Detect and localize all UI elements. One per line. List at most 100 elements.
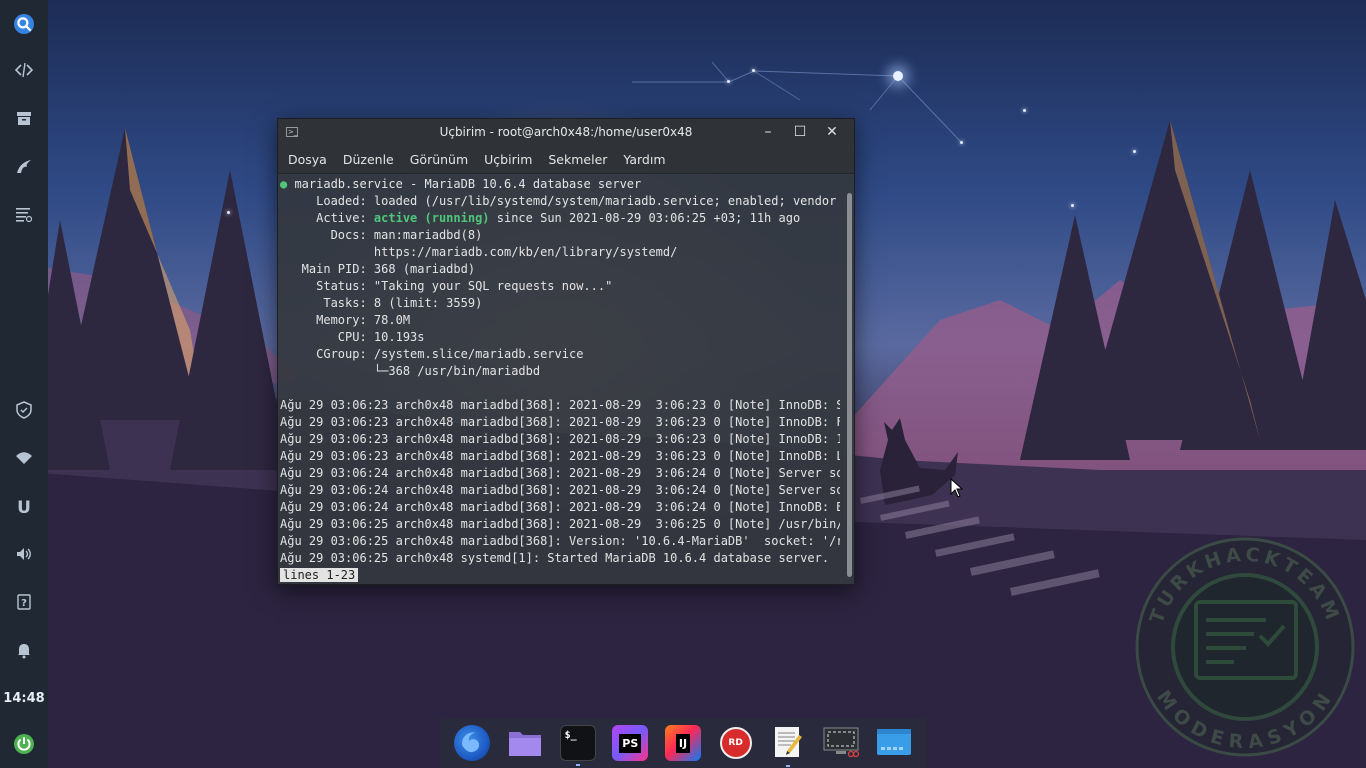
- search-button[interactable]: [0, 0, 48, 48]
- left-panel: U ? 14:48: [0, 0, 48, 768]
- notifications-tray[interactable]: [0, 628, 48, 676]
- log-line: Ağu 29 03:06:24 arch0x48 mariadbd[368]: …: [280, 500, 840, 514]
- pager-status: lines 1-23: [280, 568, 359, 582]
- minimize-button[interactable]: –: [752, 119, 784, 145]
- dock-firefox[interactable]: [454, 725, 491, 761]
- mouse-cursor: [950, 478, 964, 498]
- kali-launcher[interactable]: [0, 144, 48, 192]
- status-line: Tasks: 8 (limit: 3559): [280, 296, 483, 310]
- star: [1133, 150, 1136, 153]
- volume-tray[interactable]: [0, 532, 48, 580]
- active-label: Active:: [280, 211, 374, 225]
- star: [1071, 204, 1074, 207]
- close-button[interactable]: ✕: [816, 119, 848, 145]
- menubar: Dosya Düzenle Görünüm Uçbirim Sekmeler Y…: [278, 145, 854, 174]
- window-titlebar[interactable]: >_ Uçbirim - root@arch0x48:/home/user0x4…: [278, 119, 854, 145]
- code-icon: [14, 61, 34, 83]
- u-tray[interactable]: U: [0, 484, 48, 532]
- dock-file-manager[interactable]: [876, 725, 912, 761]
- dock-screenshot[interactable]: [823, 725, 860, 761]
- volume-icon: [15, 545, 33, 567]
- editor-icon: [773, 725, 803, 762]
- star: [960, 141, 963, 144]
- list-icon: [15, 205, 33, 227]
- clock[interactable]: 14:48: [3, 676, 44, 720]
- loaded-line: Loaded: loaded (/usr/lib/systemd/system/…: [280, 194, 840, 208]
- code-launcher[interactable]: [0, 48, 48, 96]
- intellij-icon: IJ: [675, 733, 691, 753]
- menu-dosya[interactable]: Dosya: [282, 152, 333, 167]
- menu-gorunum[interactable]: Görünüm: [404, 152, 474, 167]
- status-line: CGroup: /system.slice/mariadb.service: [280, 347, 584, 361]
- archive-launcher[interactable]: [0, 96, 48, 144]
- terminal-icon: $_: [564, 730, 577, 741]
- log-line: Ağu 29 03:06:25 arch0x48 systemd[1]: Sta…: [280, 551, 830, 565]
- terminal-scrollbar[interactable]: [847, 193, 852, 577]
- svg-text:?: ?: [21, 598, 27, 609]
- u-icon: U: [17, 498, 31, 518]
- wifi-icon: [15, 449, 33, 471]
- service-name: mariadb.service - MariaDB 10.6.4 databas…: [287, 177, 642, 191]
- maximize-button[interactable]: ☐: [784, 119, 816, 145]
- star: [227, 211, 230, 214]
- help-tray[interactable]: ?: [0, 580, 48, 628]
- menu-sekmeler[interactable]: Sekmeler: [542, 152, 613, 167]
- dock-files[interactable]: [507, 725, 543, 761]
- terminal-output[interactable]: ● mariadb.service - MariaDB 10.6.4 datab…: [278, 174, 842, 584]
- dock-redis-desktop[interactable]: RD: [718, 725, 754, 761]
- network-tray[interactable]: [0, 436, 48, 484]
- terminal-window[interactable]: >_ Uçbirim - root@arch0x48:/home/user0x4…: [277, 118, 855, 585]
- bell-icon: [15, 641, 33, 663]
- power-icon: [14, 734, 34, 754]
- dock-text-editor[interactable]: [770, 725, 806, 767]
- dock: $_ PS IJ RD: [440, 718, 926, 768]
- pager-line: lines 1-23: [280, 567, 840, 584]
- rd-icon: RD: [719, 727, 752, 759]
- close-icon: ✕: [826, 124, 838, 140]
- log-line: Ağu 29 03:06:23 arch0x48 mariadbd[368]: …: [280, 432, 840, 446]
- active-state: active (running): [373, 211, 490, 225]
- minimize-icon: –: [764, 124, 772, 140]
- status-line: Main PID: 368 (mariadbd): [280, 262, 476, 276]
- window-icon: [876, 727, 912, 760]
- menu-duzenle[interactable]: Düzenle: [337, 152, 400, 167]
- log-line: Ağu 29 03:06:24 arch0x48 mariadbd[368]: …: [280, 466, 840, 480]
- firewall-tray[interactable]: [0, 388, 48, 436]
- status-line: Status: "Taking your SQL requests now...…: [280, 279, 613, 293]
- log-line: Ağu 29 03:06:23 arch0x48 mariadbd[368]: …: [280, 415, 840, 429]
- menu-yardim[interactable]: Yardım: [617, 152, 671, 167]
- active-since: since Sun 2021-08-29 03:06:25 +03; 11h a…: [489, 211, 801, 225]
- dock-terminal[interactable]: $_: [559, 725, 596, 766]
- status-line: Docs: man:mariadbd(8): [280, 228, 483, 242]
- star: [727, 80, 730, 83]
- active-line: Active: active (running) since Sun 2021-…: [280, 210, 840, 227]
- phpstorm-icon: PS: [619, 733, 642, 753]
- status-line: CPU: 10.193s: [280, 330, 425, 344]
- log-line: Ağu 29 03:06:23 arch0x48 mariadbd[368]: …: [280, 398, 840, 412]
- firefox-icon: [458, 728, 486, 759]
- turkhackteam-watermark: TURKHACKTEAM MODERASYON: [1135, 537, 1355, 757]
- dock-intellij[interactable]: IJ: [664, 725, 701, 761]
- folder-icon: [508, 727, 542, 760]
- power-button[interactable]: [0, 720, 48, 768]
- shield-icon: [15, 401, 33, 423]
- maximize-icon: ☐: [793, 124, 807, 140]
- status-line: Memory: 78.0M: [280, 313, 411, 327]
- dock-phpstorm[interactable]: PS: [612, 725, 649, 761]
- status-line: └─368 /usr/bin/mariadbd: [280, 364, 541, 378]
- log-line: Ağu 29 03:06:25 arch0x48 mariadbd[368]: …: [280, 534, 840, 548]
- list-launcher[interactable]: [0, 192, 48, 240]
- bright-star: [893, 71, 903, 81]
- archive-icon: [15, 109, 33, 131]
- kali-icon: [15, 157, 33, 179]
- log-line: Ağu 29 03:06:23 arch0x48 mariadbd[368]: …: [280, 449, 840, 463]
- window-controls: – ☐ ✕: [752, 119, 848, 145]
- log-line: Ağu 29 03:06:24 arch0x48 mariadbd[368]: …: [280, 483, 840, 497]
- status-line: https://mariadb.com/kb/en/library/system…: [280, 245, 678, 259]
- menu-ucbirim[interactable]: Uçbirim: [478, 152, 538, 167]
- help-icon: ?: [15, 593, 33, 615]
- search-icon: [14, 14, 34, 34]
- star: [1023, 109, 1026, 112]
- star: [752, 69, 755, 72]
